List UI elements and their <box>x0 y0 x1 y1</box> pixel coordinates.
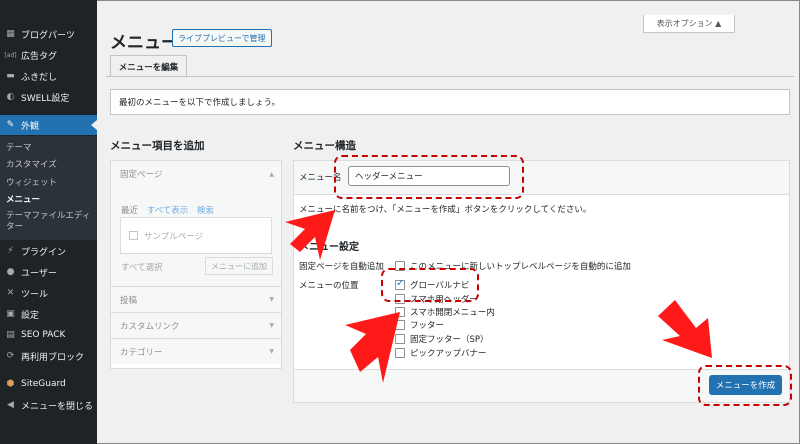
sidebar-item-tools[interactable]: ✕ ツール <box>0 283 97 303</box>
location-checkbox-pickup-banner[interactable] <box>395 348 405 358</box>
screen-options-button[interactable]: 表示オプション ▲ <box>643 15 735 33</box>
accordion-label: 固定ページ <box>120 170 163 180</box>
submenu-theme-editor[interactable]: テーマファイルエディ <box>6 211 90 221</box>
tab-divider <box>106 76 794 77</box>
sidebar-collapse-menu[interactable]: ◀ メニューを閉じる <box>0 395 97 415</box>
accordion-label: 投稿 <box>120 295 138 306</box>
guard-icon: ⬢ <box>6 379 15 389</box>
reuse-icon: ⟳ <box>6 351 15 361</box>
tag-icon: [ad] <box>4 51 17 59</box>
accordion-label: カスタムリンク <box>120 321 180 332</box>
tab-edit-menus[interactable]: メニューを編集 <box>110 55 187 77</box>
submenu-theme[interactable]: テーマ <box>6 143 32 153</box>
sidebar-item-ad-tag[interactable]: [ad] 広告タグ <box>0 45 97 65</box>
live-preview-button[interactable]: ライブプレビューで管理 <box>172 29 272 47</box>
tab-search[interactable]: 検索 <box>197 206 214 216</box>
sidebar-item-label: 設定 <box>21 310 40 321</box>
select-all-label[interactable]: すべて選択 <box>121 261 163 273</box>
sidebar-item-label: 再利用ブロック <box>21 352 85 363</box>
sidebar-item-label: SiteGuard <box>21 379 66 389</box>
accordion-label: カテゴリー <box>120 347 163 358</box>
sidebar-item-users[interactable]: ● ユーザー <box>0 262 97 282</box>
location-checkbox-sp-drawer[interactable] <box>395 307 405 317</box>
location-label-fixed-footer: 固定フッター（SP） <box>410 335 489 345</box>
menu-settings-heading: メニュー設定 <box>299 242 359 253</box>
accordion-category[interactable]: カテゴリー ▼ <box>111 338 281 364</box>
sidebar-item-siteguard[interactable]: ⬢ SiteGuard <box>0 374 97 394</box>
balloon-icon: ▬ <box>6 71 15 81</box>
posts-icon: ▦ <box>6 29 15 39</box>
tab-recent[interactable]: 最近 <box>121 206 138 216</box>
admin-sidebar: ▦ ブログパーツ [ad] 広告タグ ▬ ふきだし ◐ SWELL設定 ✎ 外観 テーマ … <box>0 0 97 444</box>
sample-page-checkbox[interactable] <box>129 231 138 240</box>
auto-add-label: 固定ページを自動追加 <box>299 262 384 272</box>
annotation-highlight-name <box>334 155 524 199</box>
sample-page-label: サンプルページ <box>144 232 204 242</box>
sidebar-item-label: プラグイン <box>21 247 67 258</box>
settings-icon: ▣ <box>6 309 15 319</box>
sidebar-item-seo-pack[interactable]: ▤ SEO PACK <box>0 325 97 345</box>
location-checkbox-fixed-footer[interactable] <box>395 334 405 344</box>
sidebar-item-plugins[interactable]: ⚡ プラグイン <box>0 241 97 261</box>
sidebar-item-reusable-blocks[interactable]: ⟳ 再利用ブロック <box>0 346 97 366</box>
sidebar-item-label: ふきだし <box>21 72 58 83</box>
appearance-submenu: テーマ カスタマイズ ウィジェット メニュー テーマファイルエディ ター <box>0 136 97 240</box>
annotation-highlight-create <box>698 365 792 406</box>
wrench-icon: ✕ <box>6 288 15 298</box>
caret-down-icon: ▼ <box>269 322 274 329</box>
caret-up-icon: ▲ <box>269 170 274 178</box>
submenu-widgets[interactable]: ウィジェット <box>6 178 57 188</box>
sidebar-item-label: ブログパーツ <box>21 30 75 41</box>
sidebar-item-label: ツール <box>21 289 49 300</box>
brush-icon: ✎ <box>6 120 15 130</box>
location-label-footer: フッター <box>410 321 445 331</box>
sidebar-item-label: メニューを閉じる <box>21 401 94 412</box>
accordion-fixed-page[interactable]: 固定ページ ▲ <box>111 161 281 187</box>
sidebar-item-blog-parts[interactable]: ▦ ブログパーツ <box>0 24 97 44</box>
caret-down-icon: ▼ <box>269 296 274 303</box>
submenu-menus[interactable]: メニュー <box>6 195 40 205</box>
menu-name-hint: メニューに名前をつけ、「メニューを作成」ボタンをクリックしてください。 <box>299 205 592 215</box>
sidebar-item-settings[interactable]: ▣ 設定 <box>0 304 97 324</box>
add-items-heading: メニュー項目を追加 <box>110 140 205 152</box>
sidebar-item-balloon[interactable]: ▬ ふきだし <box>0 66 97 86</box>
seo-icon: ▤ <box>6 330 15 340</box>
plugin-icon: ⚡ <box>7 246 14 256</box>
notice-text: 最初のメニューを以下で作成しましょう。 <box>119 98 280 108</box>
page-title: メニュー <box>110 33 178 53</box>
swell-icon: ◐ <box>6 92 15 102</box>
sidebar-item-label: 広告タグ <box>21 51 58 62</box>
submenu-theme-editor-cont[interactable]: ター <box>6 222 23 232</box>
sidebar-item-swell[interactable]: ◐ SWELL設定 <box>0 87 97 107</box>
menu-location-label: メニューの位置 <box>299 281 359 291</box>
fixed-page-tabs: 最近 すべて表示 検索 <box>121 204 220 216</box>
sidebar-item-label: SEO PACK <box>21 330 66 340</box>
sidebar-item-label: ユーザー <box>21 268 57 279</box>
accordion-posts[interactable]: 投稿 ▼ <box>111 286 281 312</box>
annotation-highlight-location <box>381 268 479 302</box>
submenu-customize[interactable]: カスタマイズ <box>6 160 57 170</box>
sidebar-item-label: 外観 <box>21 121 40 132</box>
location-checkbox-footer[interactable] <box>395 320 405 330</box>
menu-items-accordion: 固定ページ ▲ 最近 すべて表示 検索 サンプルページ すべて選択 メニューに追加… <box>110 160 282 369</box>
page-list-box: サンプルページ <box>120 217 272 254</box>
menu-structure-heading: メニュー構造 <box>293 140 356 152</box>
sidebar-item-appearance[interactable]: ✎ 外観 <box>0 115 97 135</box>
tab-show-all[interactable]: すべて表示 <box>147 206 189 216</box>
location-label-pickup-banner: ピックアップバナー <box>410 349 487 359</box>
accordion-custom-link[interactable]: カスタムリンク ▼ <box>111 312 281 338</box>
collapse-icon: ◀ <box>7 400 14 410</box>
location-label-sp-drawer: スマホ開閉メニュー内 <box>410 308 495 318</box>
notice-box: 最初のメニューを以下で作成しましょう。 <box>110 89 790 115</box>
caret-down-icon: ▼ <box>269 348 274 355</box>
sidebar-item-label: SWELL設定 <box>21 93 70 104</box>
add-to-menu-button[interactable]: メニューに追加 <box>205 257 273 275</box>
user-icon: ● <box>6 267 15 277</box>
